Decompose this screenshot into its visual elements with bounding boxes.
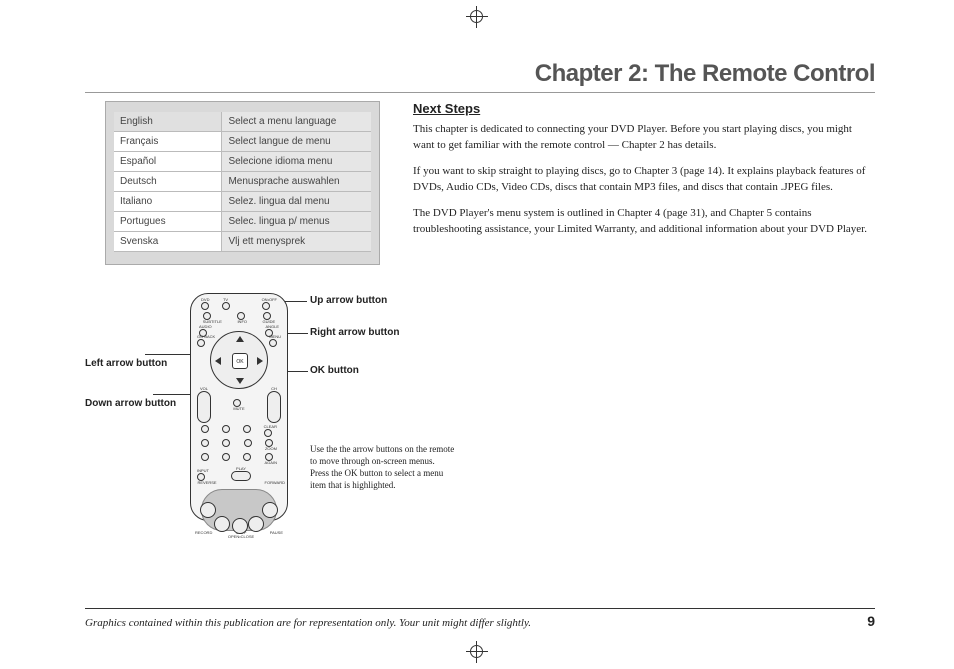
page-footer: Graphics contained within this publicati…	[85, 608, 875, 629]
registration-mark-bottom	[466, 641, 488, 663]
remote-diagram: DVD TV ON•OFF SUBTITLE INFO GUIDE AUDIO	[190, 293, 288, 521]
right-arrow-icon	[257, 357, 263, 365]
reverse-button-icon	[200, 502, 216, 518]
num-button-icon	[201, 453, 209, 461]
num-button-icon	[222, 425, 230, 433]
callout-down-arrow: Down arrow button	[85, 398, 177, 410]
table-row: ItalianoSelez. lingua dal menu	[114, 192, 371, 212]
left-arrow-icon	[215, 357, 221, 365]
registration-mark-top	[466, 6, 488, 28]
num-button-icon	[222, 439, 230, 447]
down-arrow-icon	[236, 378, 244, 384]
section-heading: Next Steps	[413, 101, 875, 116]
dvd-button-icon	[201, 302, 209, 310]
vol-rocker-icon	[197, 391, 211, 423]
tv-button-icon	[222, 302, 230, 310]
language-table: EnglishSelect a menu language FrançaisSe…	[114, 112, 371, 252]
page-content: Chapter 2: The Remote Control EnglishSel…	[85, 60, 875, 620]
num-button-icon	[244, 439, 252, 447]
title-rule	[85, 92, 875, 93]
body-paragraph: This chapter is dedicated to connecting …	[413, 122, 875, 154]
num-button-icon	[201, 439, 209, 447]
body-paragraph: The DVD Player's menu system is outlined…	[413, 206, 875, 238]
power-button-icon	[262, 302, 270, 310]
page-number: 9	[867, 613, 875, 629]
goback-button-icon	[197, 339, 205, 347]
up-arrow-icon	[236, 336, 244, 342]
callout-up-arrow: Up arrow button	[310, 295, 387, 307]
forward-button-icon	[262, 502, 278, 518]
ok-button-icon: OK	[232, 353, 248, 369]
figure-caption: Use the the arrow buttons on the remote …	[310, 443, 455, 492]
left-column: EnglishSelect a menu language FrançaisSe…	[85, 101, 385, 543]
transport-cluster-icon	[201, 489, 277, 531]
ch-rocker-icon	[267, 391, 281, 423]
pause-button-icon	[248, 516, 264, 532]
table-row: DeutschMenusprache auswahlen	[114, 172, 371, 192]
remote-figure: Left arrow button Down arrow button Up a…	[85, 293, 585, 543]
callout-right-arrow: Right arrow button	[310, 327, 399, 339]
stop-button-icon	[232, 518, 248, 534]
table-row: FrançaisSelect langue de menu	[114, 132, 371, 152]
play-button-icon	[231, 471, 251, 481]
table-row: PortuguesSelec. lingua p/ menus	[114, 212, 371, 232]
menu-button-icon	[269, 339, 277, 347]
num-button-icon	[222, 453, 230, 461]
dpad-icon: OK	[210, 331, 268, 389]
table-row: SvenskaVlj ett menysprek	[114, 232, 371, 252]
chapter-title: Chapter 2: The Remote Control	[85, 60, 875, 88]
table-row: EspañolSelecione idioma menu	[114, 152, 371, 172]
num-button-icon	[201, 425, 209, 433]
footer-note: Graphics contained within this publicati…	[85, 617, 531, 629]
callout-left-arrow: Left arrow button	[85, 358, 177, 370]
clear-button-icon	[264, 429, 272, 437]
record-button-icon	[214, 516, 230, 532]
num-button-icon	[243, 425, 251, 433]
callout-ok: OK button	[310, 365, 359, 377]
table-row: EnglishSelect a menu language	[114, 112, 371, 132]
body-paragraph: If you want to skip straight to playing …	[413, 164, 875, 196]
num-button-icon	[243, 453, 251, 461]
language-menu-figure: EnglishSelect a menu language FrançaisSe…	[105, 101, 380, 265]
